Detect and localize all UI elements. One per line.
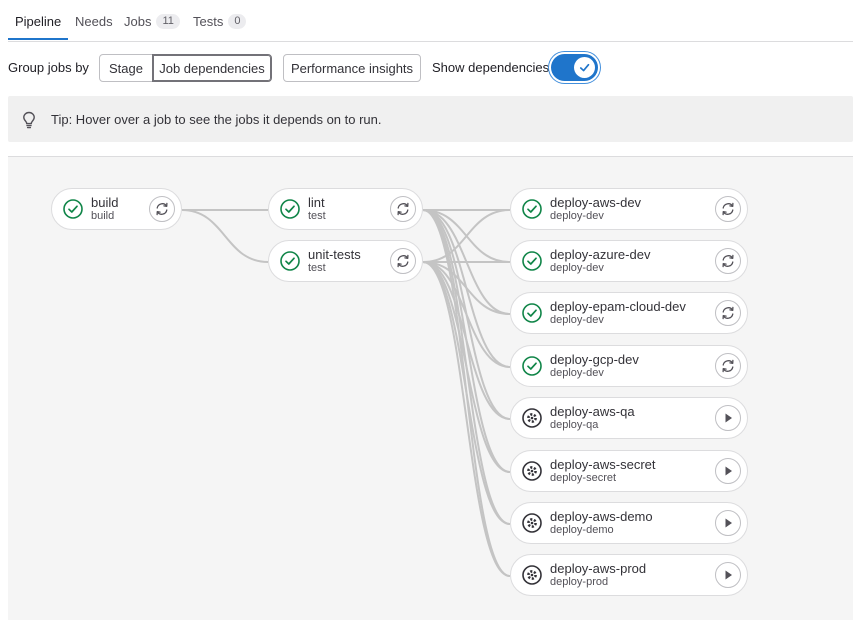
job-build[interactable]: build build [51,188,182,230]
job-stage: deploy-dev [550,367,604,379]
play-icon [725,518,732,528]
job-deploy-aws-dev[interactable]: deploy-aws-dev deploy-dev [510,188,748,230]
status-manual-icon [522,565,542,585]
status-success-icon [522,356,542,376]
job-stage: deploy-demo [550,524,614,536]
retry-icon [397,202,409,216]
job-name: deploy-aws-prod [550,561,647,576]
job-name: deploy-aws-demo [550,509,653,524]
retry-button[interactable] [390,248,416,274]
tests-count-badge: 0 [228,14,247,29]
retry-icon [722,359,734,373]
play-button[interactable] [715,458,741,484]
job-stage: deploy-dev [550,262,604,274]
job-deploy-epam-cloud-dev[interactable]: deploy-epam-cloud-dev deploy-dev [510,292,748,334]
tab-needs-label: Needs [75,14,113,29]
job-stage: deploy-secret [550,472,617,484]
job-stage: build [91,210,115,222]
retry-icon [397,254,409,268]
active-tab-indicator [8,38,68,40]
job-unit-tests[interactable]: unit-tests test [268,240,423,282]
job-name: deploy-aws-secret [550,457,656,472]
play-button[interactable] [715,405,741,431]
status-success-icon [522,303,542,323]
job-deploy-azure-dev[interactable]: deploy-azure-dev deploy-dev [510,240,748,282]
retry-button[interactable] [715,353,741,379]
job-stage: deploy-prod [550,576,609,588]
toggle-knob [574,57,595,78]
retry-button[interactable] [149,196,175,222]
tab-tests-label: Tests [193,14,224,29]
status-manual-icon [522,408,542,428]
retry-button[interactable] [715,300,741,326]
job-deploy-aws-secret[interactable]: deploy-aws-secret deploy-secret [510,450,748,492]
play-icon [725,466,732,476]
retry-button[interactable] [390,196,416,222]
tab-jobs[interactable]: Jobs 11 [124,14,180,29]
retry-icon [722,202,734,216]
job-name: deploy-epam-cloud-dev [550,299,686,314]
group-by-job-dependencies-button[interactable]: Job dependencies [152,54,272,82]
job-lint[interactable]: lint test [268,188,423,230]
play-button[interactable] [715,562,741,588]
tab-pipeline[interactable]: Pipeline [15,14,61,29]
job-stage: test [308,262,326,274]
tip-alert: Tip: Hover over a job to see the jobs it… [8,96,853,142]
play-icon [725,570,732,580]
job-deploy-gcp-dev[interactable]: deploy-gcp-dev deploy-dev [510,345,748,387]
job-name: deploy-aws-qa [550,404,635,419]
play-icon [725,413,732,423]
jobs-count-badge: 11 [156,14,180,29]
job-name: deploy-gcp-dev [550,352,639,367]
job-stage: test [308,210,326,222]
job-stage: deploy-qa [550,419,599,431]
check-icon [579,63,590,72]
status-success-icon [522,251,542,271]
status-manual-icon [522,461,542,481]
job-stage: deploy-dev [550,314,604,326]
status-success-icon [522,199,542,219]
job-name: build [91,195,119,210]
job-name: unit-tests [308,247,361,262]
tip-text: Tip: Hover over a job to see the jobs it… [51,112,382,127]
bulb-icon [23,111,35,129]
group-jobs-by-label: Group jobs by [8,60,89,75]
pipeline-tabs: Pipeline Needs Jobs 11 Tests 0 [8,0,853,42]
show-dependencies-label: Show dependencies [432,60,550,75]
show-dependencies-toggle[interactable] [551,54,598,81]
job-name: deploy-aws-dev [550,195,642,210]
job-name: deploy-azure-dev [550,247,651,262]
status-manual-icon [522,513,542,533]
job-name: lint [308,195,325,210]
performance-insights-button[interactable]: Performance insights [283,54,421,82]
job-deploy-aws-prod[interactable]: deploy-aws-prod deploy-prod [510,554,748,596]
status-success-icon [280,199,300,219]
play-button[interactable] [715,510,741,536]
retry-icon [722,306,734,320]
tab-needs[interactable]: Needs [75,14,113,29]
retry-icon [722,254,734,268]
tab-jobs-label: Jobs [124,14,152,29]
status-success-icon [63,199,83,219]
tab-pipeline-label: Pipeline [15,14,62,29]
group-by-stage-button[interactable]: Stage [99,54,153,82]
job-stage: deploy-dev [550,210,604,222]
retry-button[interactable] [715,196,741,222]
retry-button[interactable] [715,248,741,274]
status-success-icon [280,251,300,271]
job-deploy-aws-qa[interactable]: deploy-aws-qa deploy-qa [510,397,748,439]
job-deploy-aws-demo[interactable]: deploy-aws-demo deploy-demo [510,502,748,544]
tab-tests[interactable]: Tests 0 [193,14,247,29]
retry-icon [156,202,168,216]
